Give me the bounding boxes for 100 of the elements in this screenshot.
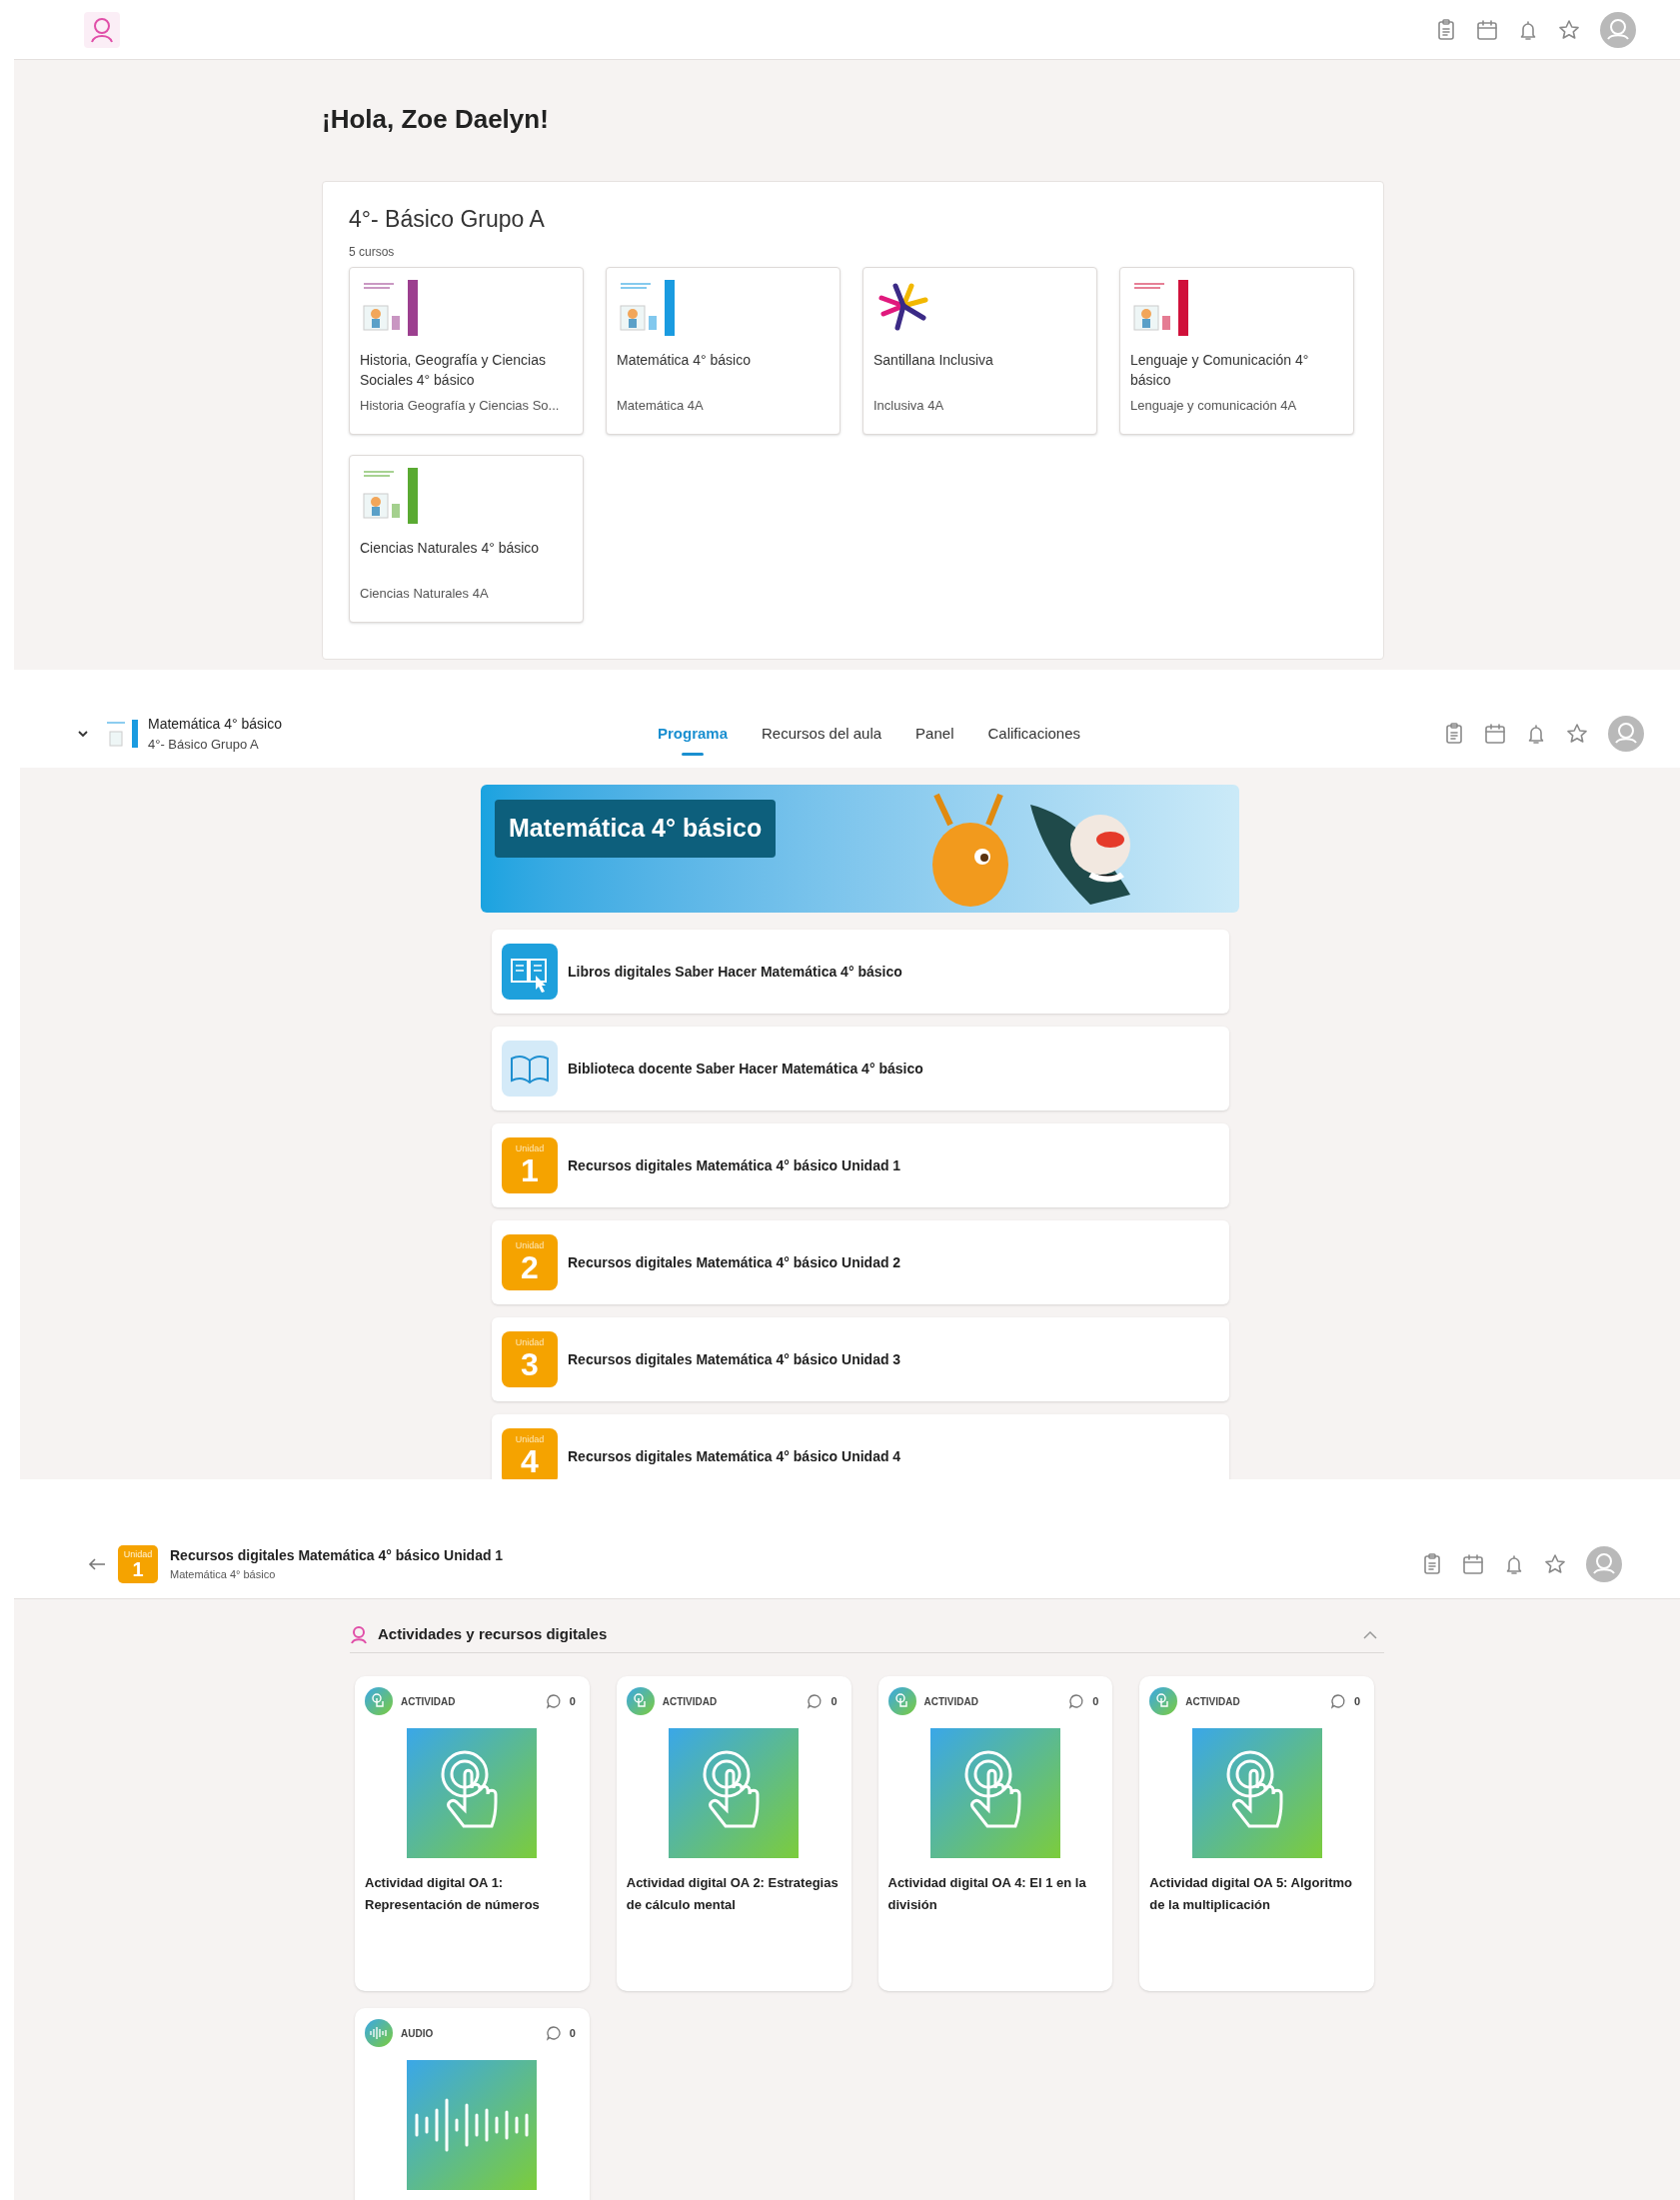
- notifications-icon[interactable]: [1518, 18, 1538, 41]
- banner-title: Matemática 4° básico: [495, 800, 777, 858]
- comment-icon[interactable]: [1329, 1693, 1346, 1709]
- resource-title: Biblioteca docente Saber Hacer Matemática 4° básico: [568, 1059, 923, 1079]
- unit-number: 4: [521, 1444, 539, 1478]
- course-card[interactable]: Matemática 4° básico Matemática 4A: [606, 266, 840, 435]
- course-subtitle: Ciencias Naturales 4A: [360, 584, 490, 603]
- comment-icon[interactable]: [807, 1693, 824, 1709]
- comment-count: 0: [569, 1693, 576, 1709]
- comment-count: 0: [831, 1693, 838, 1709]
- section-icon: [350, 1624, 368, 1645]
- resource-type: ACTIVIDAD: [401, 1694, 456, 1709]
- course-card[interactable]: Ciencias Naturales 4° básico Ciencias Naturales 4A: [349, 454, 584, 623]
- comment-count: 0: [569, 2025, 576, 2041]
- comment-count: 0: [1092, 1693, 1099, 1709]
- sound-wave-icon: [365, 2019, 393, 2047]
- course-card[interactable]: Historia, Geografía y Ciencias Sociales 4° básico Historia Geografía y Ciencias So...: [349, 266, 584, 435]
- unit-number: 1: [521, 1153, 539, 1187]
- touch-icon: [887, 1687, 916, 1715]
- resource-title: Recursos digitales Matemática 4° básico Unidad 4: [568, 1446, 901, 1466]
- resource-title: Actividad digital OA 5: Algoritmo de la multiplicación: [1149, 1874, 1353, 1914]
- resource-title: Actividad digital OA 4: El 1 en la división: [887, 1874, 1087, 1914]
- course-subtitle: Matemática 4A: [617, 396, 705, 415]
- resource-title: Recursos digitales Matemática 4° básico Unidad 3: [568, 1349, 901, 1369]
- course-subtitle: Historia Geografía y Ciencias So...: [360, 396, 561, 415]
- touch-icon: [626, 1687, 655, 1715]
- course-card[interactable]: Santillana Inclusiva Inclusiva 4A: [862, 266, 1097, 435]
- comment-icon[interactable]: [1068, 1693, 1085, 1709]
- unit-number: 2: [521, 1250, 539, 1284]
- favorites-icon[interactable]: [1566, 723, 1588, 745]
- resource-card[interactable]: ACTIVIDAD 0 Actividad digital OA 2: Estrategias de cálculo mental: [616, 1676, 851, 1991]
- touch-icon: [365, 1687, 393, 1715]
- unit-badge-label: Unidad: [123, 1548, 153, 1559]
- resource-row[interactable]: Unidad 3 Recursos digitales Matemática 4° básico Unidad 3: [492, 1317, 1229, 1401]
- nav-tab[interactable]: Panel: [915, 700, 954, 768]
- resource-card[interactable]: AUDIO 0: [355, 2008, 590, 2200]
- logo-icon[interactable]: [84, 11, 120, 48]
- resource-row[interactable]: Biblioteca docente Saber Hacer Matemática 4° básico: [492, 1027, 1229, 1110]
- course-subtitle: Inclusiva 4A: [873, 396, 945, 415]
- course-title: Matemática 4° básico: [617, 350, 752, 370]
- open-book-icon: [502, 1041, 558, 1097]
- course-subtitle: Lenguaje y comunicación 4A: [1130, 396, 1298, 415]
- calendar-icon[interactable]: [1476, 18, 1498, 41]
- clipboard-icon[interactable]: [1422, 1552, 1442, 1575]
- course-name: Matemática 4° básico: [170, 1566, 277, 1582]
- resource-row[interactable]: Libros digitales Saber Hacer Matemática 4° básico: [492, 930, 1229, 1014]
- nav-tab[interactable]: Programa: [658, 700, 729, 768]
- course-title: Historia, Geografía y Ciencias Sociales 4° básico: [360, 350, 547, 390]
- avatar-icon[interactable]: [1608, 716, 1644, 752]
- section-title: Actividades y recursos digitales: [378, 1624, 608, 1645]
- resource-title: Actividad digital OA 2: Estrategias de cálculo mental: [626, 1874, 840, 1914]
- resource-type: AUDIO: [401, 2026, 434, 2041]
- calendar-icon[interactable]: [1484, 723, 1506, 745]
- group-name: 4°- Básico Grupo A: [148, 735, 260, 754]
- favorites-icon[interactable]: [1558, 18, 1580, 41]
- nav-tab[interactable]: Recursos del aula: [762, 700, 882, 768]
- resource-row[interactable]: Unidad 4 Recursos digitales Matemática 4° básico Unidad 4: [492, 1414, 1229, 1479]
- calendar-icon[interactable]: [1462, 1552, 1484, 1575]
- resource-card[interactable]: ACTIVIDAD 0 Actividad digital OA 5: Algoritmo de la multiplicación: [1139, 1676, 1374, 1991]
- course-title: Lenguaje y Comunicación 4° básico: [1130, 350, 1310, 390]
- course-title: Ciencias Naturales 4° básico: [360, 538, 541, 558]
- course-card[interactable]: Lenguaje y Comunicación 4° básico Lenguaje y comunicación 4A: [1119, 266, 1354, 435]
- resource-type: ACTIVIDAD: [1185, 1694, 1240, 1709]
- clipboard-icon[interactable]: [1436, 18, 1456, 41]
- resource-card[interactable]: ACTIVIDAD 0 Actividad digital OA 4: El 1 en la división: [877, 1676, 1113, 1991]
- comment-icon[interactable]: [545, 1693, 562, 1709]
- favorites-icon[interactable]: [1544, 1552, 1566, 1575]
- resource-type: ACTIVIDAD: [662, 1694, 718, 1709]
- resource-card[interactable]: ACTIVIDAD 0 Actividad digital OA 1: Representación de números: [355, 1676, 590, 1991]
- resource-row[interactable]: Unidad 1 Recursos digitales Matemática 4° básico Unidad 1: [492, 1123, 1229, 1207]
- collapse-icon[interactable]: [1362, 1629, 1378, 1640]
- unit-title: Recursos digitales Matemática 4° básico Unidad 1: [170, 1545, 504, 1565]
- touch-icon: [1149, 1687, 1178, 1715]
- clipboard-icon[interactable]: [1444, 723, 1464, 745]
- notifications-icon[interactable]: [1504, 1552, 1524, 1575]
- resource-title: Recursos digitales Matemática 4° básico Unidad 2: [568, 1252, 901, 1272]
- unit-badge-label: Unidad: [515, 1337, 545, 1347]
- course-title: Santillana Inclusiva: [873, 350, 994, 370]
- unit-badge-label: Unidad: [515, 1143, 545, 1153]
- resource-title: Recursos digitales Matemática 4° básico Unidad 1: [568, 1155, 901, 1175]
- course-title: Matemática 4° básico: [148, 714, 282, 734]
- unit-number: 1: [132, 1558, 144, 1579]
- unit-badge-label: Unidad: [515, 1240, 545, 1250]
- comment-count: 0: [1353, 1693, 1360, 1709]
- book-cover-icon: [104, 718, 140, 750]
- comment-icon[interactable]: [545, 2025, 562, 2041]
- back-arrow-icon[interactable]: [88, 1556, 106, 1571]
- digital-book-icon: [502, 944, 558, 1000]
- avatar-icon[interactable]: [1600, 11, 1636, 48]
- course-count: 5 cursos: [349, 243, 396, 261]
- resource-title: Actividad digital OA 1: Representación de números: [365, 1874, 541, 1914]
- greeting-heading: ¡Hola, Zoe Daelyn!: [322, 103, 550, 136]
- unit-badge-label: Unidad: [515, 1434, 545, 1444]
- notifications-icon[interactable]: [1526, 723, 1546, 745]
- nav-tab[interactable]: Calificaciones: [987, 700, 1081, 768]
- resource-type: ACTIVIDAD: [923, 1694, 978, 1709]
- resource-row[interactable]: Unidad 2 Recursos digitales Matemática 4° básico Unidad 2: [492, 1220, 1229, 1304]
- resource-title: Libros digitales Saber Hacer Matemática 4° básico: [568, 962, 902, 982]
- avatar-icon[interactable]: [1586, 1545, 1622, 1582]
- unit-number: 3: [521, 1347, 539, 1381]
